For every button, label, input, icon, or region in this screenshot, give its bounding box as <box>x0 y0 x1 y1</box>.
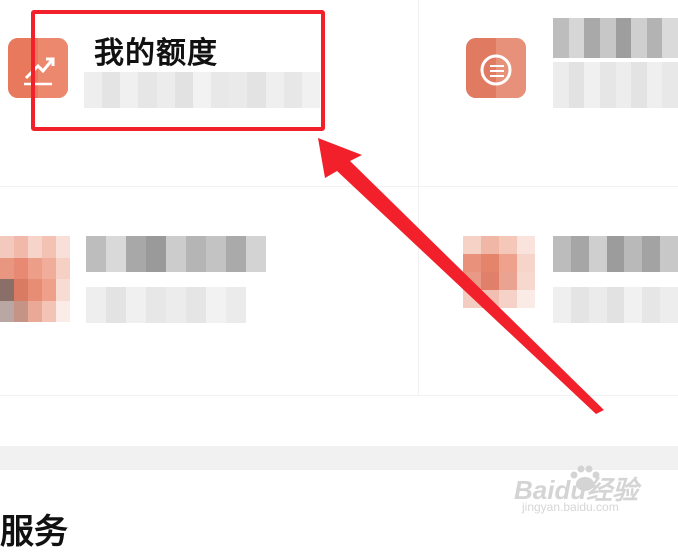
watermark-url: jingyan.baidu.com <box>522 500 619 514</box>
baidu-watermark: Baidu经验 jingyan.baidu.com <box>506 460 666 520</box>
section-title: 服务 <box>0 513 68 551</box>
